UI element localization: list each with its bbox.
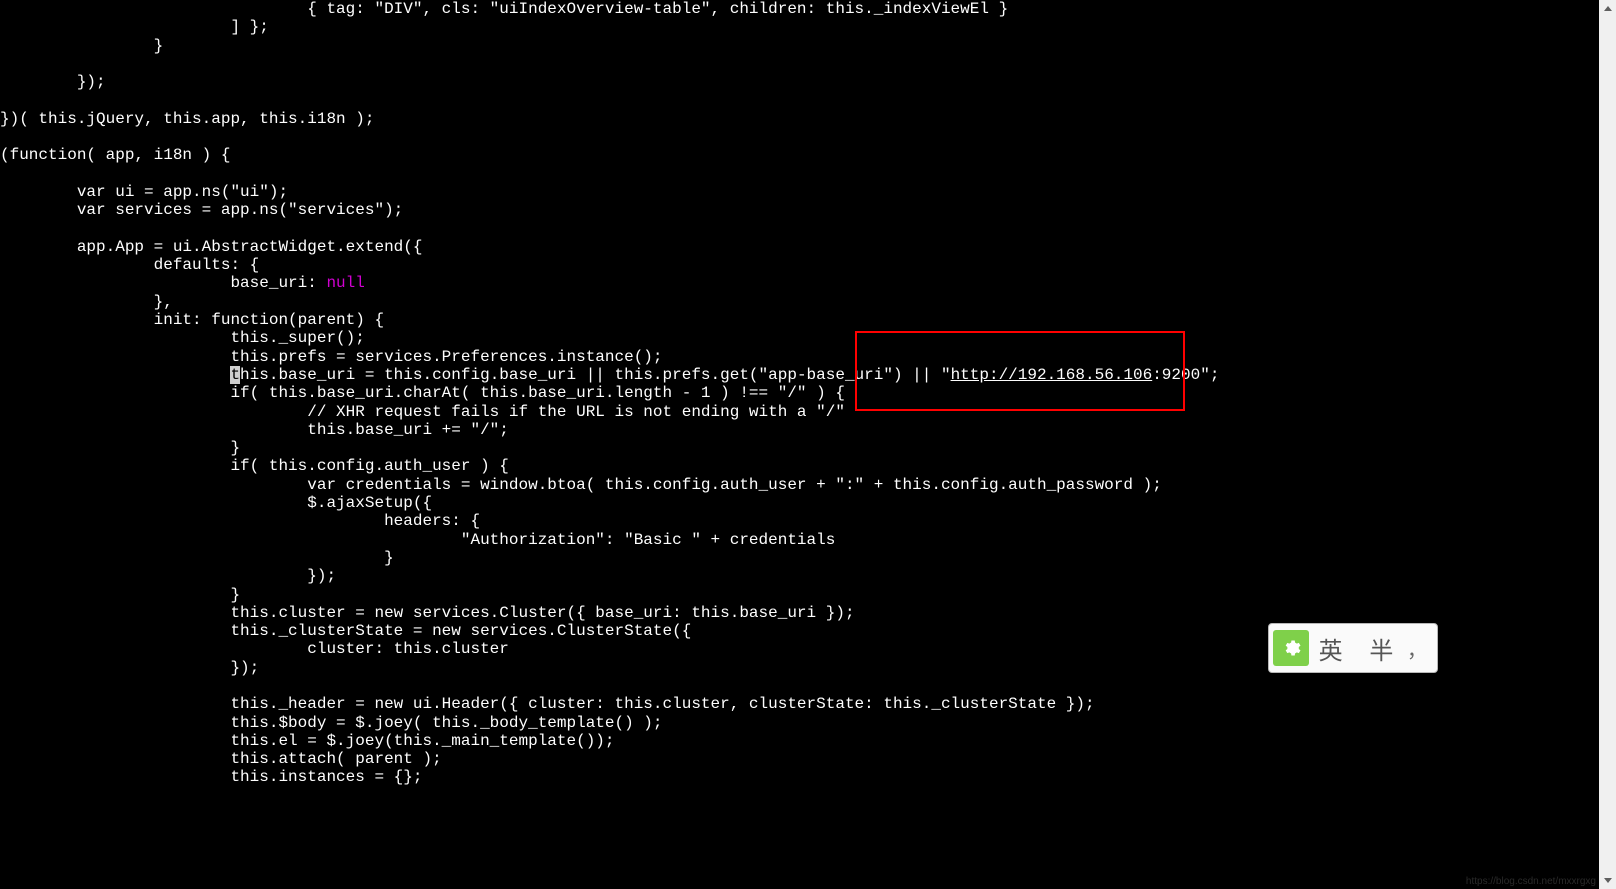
chevron-down-icon xyxy=(1604,878,1612,883)
ime-mode-label: 英 半 xyxy=(1309,631,1407,666)
gear-icon xyxy=(1281,638,1301,658)
chevron-up-icon xyxy=(1604,6,1612,11)
code-block: { tag: "DIV", cls: "uiIndexOverview-tabl… xyxy=(0,0,1452,787)
scroll-up-button[interactable] xyxy=(1599,0,1616,17)
scroll-down-button[interactable] xyxy=(1599,872,1616,889)
ime-punctuation-label: ， xyxy=(1407,634,1437,663)
ime-toolbar[interactable]: 英 半 ， xyxy=(1268,623,1438,673)
ime-settings-button[interactable] xyxy=(1273,630,1309,666)
watermark-text: https://blog.csdn.net/mxxrgxg xyxy=(1466,876,1596,887)
code-editor[interactable]: { tag: "DIV", cls: "uiIndexOverview-tabl… xyxy=(0,0,1452,889)
vertical-scrollbar[interactable] xyxy=(1599,0,1616,889)
